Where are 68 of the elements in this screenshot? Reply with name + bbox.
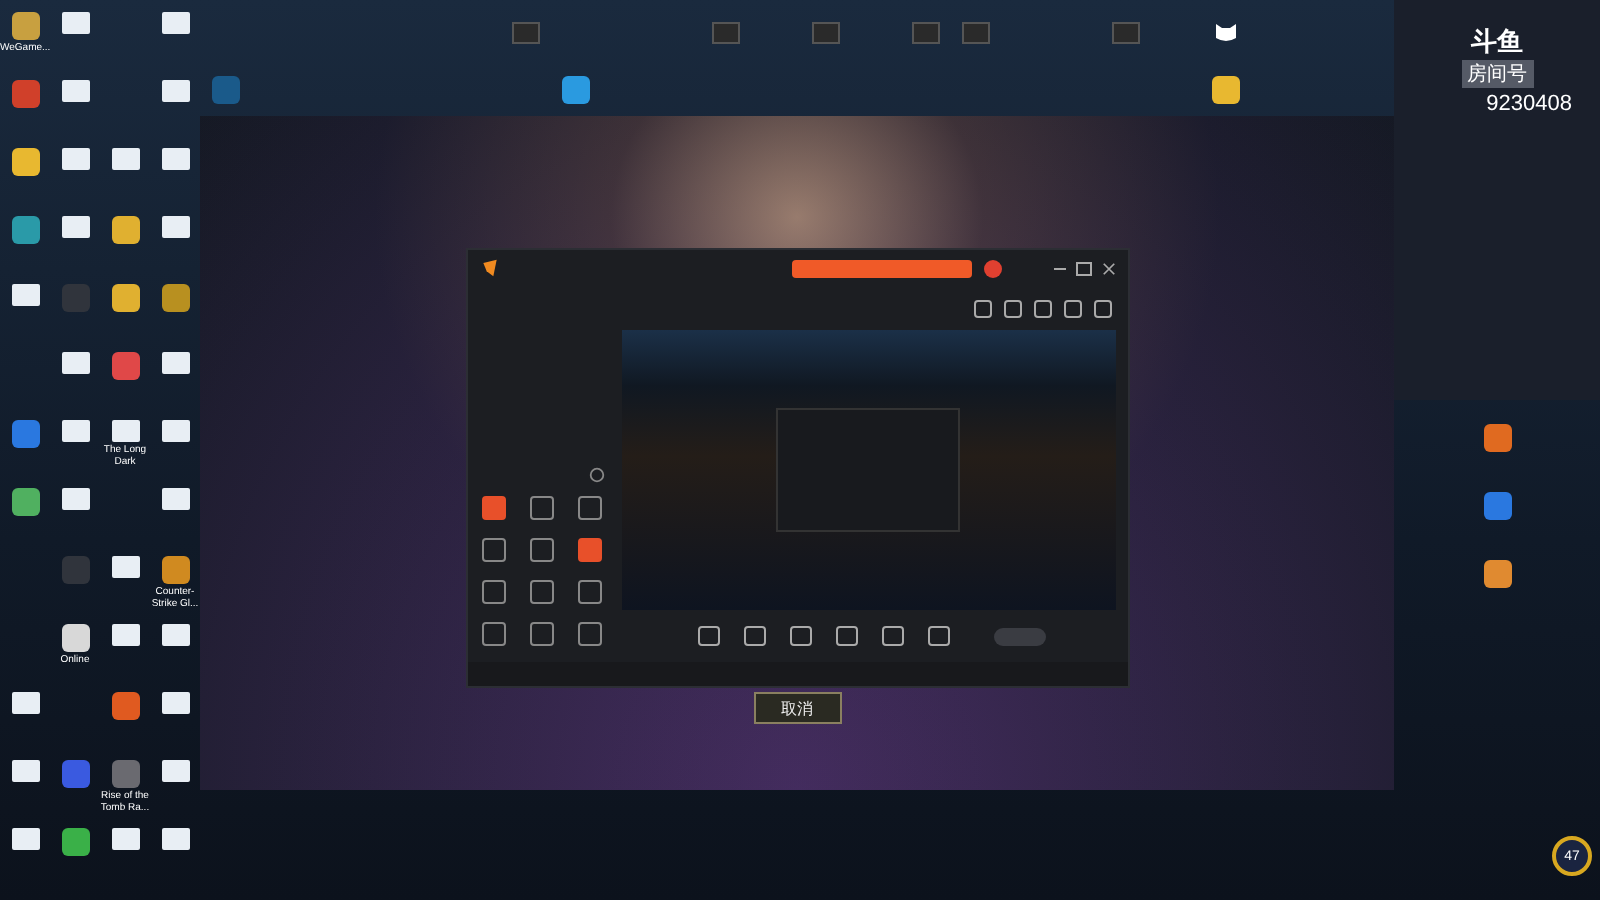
file-icon[interactable]: [161, 692, 189, 714]
logo-text: 斗鱼: [1471, 26, 1523, 60]
tool-icon[interactable]: [482, 622, 506, 646]
tool-icon[interactable]: [530, 580, 554, 604]
start-live-button[interactable]: [994, 627, 1046, 645]
toolbar-icon[interactable]: [744, 626, 766, 646]
file-icon[interactable]: [161, 216, 189, 238]
tool-icon[interactable]: [578, 622, 602, 646]
close-icon[interactable]: [1101, 261, 1115, 275]
app-icon[interactable]: [11, 488, 39, 516]
maximize-icon[interactable]: [1075, 261, 1091, 275]
toolbar-icon[interactable]: [928, 626, 950, 646]
app-icon[interactable]: [61, 828, 89, 856]
minimize-icon[interactable]: [1053, 267, 1065, 269]
file-icon[interactable]: [161, 828, 189, 850]
file-icon[interactable]: [61, 12, 89, 34]
file-icon[interactable]: [11, 760, 39, 782]
file-icon[interactable]: [111, 148, 139, 170]
settings-icon[interactable]: [587, 466, 605, 484]
file-icon[interactable]: [11, 284, 39, 306]
file-icon[interactable]: [111, 828, 139, 850]
file-icon[interactable]: [161, 352, 189, 374]
file-icon[interactable]: [161, 760, 189, 782]
file-icon[interactable]: [161, 12, 189, 34]
file-icon[interactable]: [61, 148, 89, 170]
app-icon[interactable]: [161, 284, 189, 312]
room-number: 9230408: [1486, 92, 1574, 116]
file-icon[interactable]: [11, 828, 39, 850]
room-label: 房间号: [1461, 60, 1533, 88]
cat-icon[interactable]: [1213, 20, 1237, 44]
app-icon[interactable]: [1483, 560, 1511, 588]
file-icon[interactable]: [161, 624, 189, 646]
app-icon[interactable]: [1211, 76, 1239, 104]
file-icon[interactable]: [61, 216, 89, 238]
tool-icon[interactable]: [578, 496, 602, 520]
tool-icon[interactable]: [482, 580, 506, 604]
tool-icon[interactable]: [530, 496, 554, 520]
app-icon[interactable]: [11, 148, 39, 176]
toolbar-icon[interactable]: [836, 626, 858, 646]
tool-icon[interactable]: [530, 538, 554, 562]
file-icon[interactable]: [61, 488, 89, 510]
file-icon[interactable]: [61, 80, 89, 102]
file-icon[interactable]: [111, 420, 139, 442]
avatar-icon[interactable]: [983, 259, 1001, 277]
tool-icon[interactable]: [530, 622, 554, 646]
cancel-button[interactable]: 取消: [753, 692, 841, 724]
app-logo-icon: [479, 258, 499, 278]
app-icon[interactable]: [61, 624, 89, 652]
toolbar-icon[interactable]: [790, 626, 812, 646]
app-icon[interactable]: [111, 284, 139, 312]
app-icon[interactable]: [11, 12, 39, 40]
file-icon[interactable]: [161, 80, 189, 102]
file-icon[interactable]: [11, 692, 39, 714]
tool-icon[interactable]: [482, 538, 506, 562]
notification-banner[interactable]: [791, 259, 971, 277]
app-icon[interactable]: [111, 216, 139, 244]
file-icon[interactable]: [111, 556, 139, 578]
file-icon[interactable]: [161, 148, 189, 170]
toolbar-icon[interactable]: [882, 626, 904, 646]
tool-icon[interactable]: [578, 580, 602, 604]
file-icon[interactable]: [161, 420, 189, 442]
app-icon[interactable]: [161, 556, 189, 584]
file-icon[interactable]: [111, 624, 139, 646]
app-icon[interactable]: [1483, 424, 1511, 452]
file-icon[interactable]: [61, 420, 89, 442]
toolbar-icon[interactable]: [698, 626, 720, 646]
file-icon[interactable]: [61, 352, 89, 374]
file-icon[interactable]: [161, 488, 189, 510]
